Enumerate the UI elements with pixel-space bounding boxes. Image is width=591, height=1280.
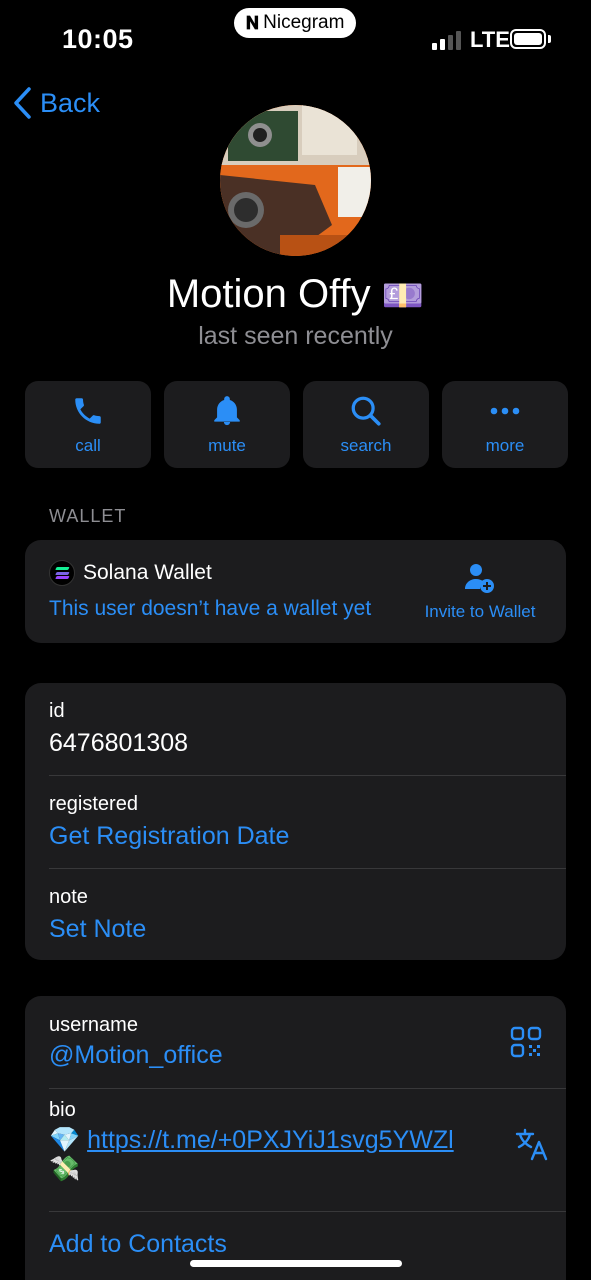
back-button[interactable]: Back xyxy=(12,86,100,120)
user-card: username @Motion_office bio 💎 https://t.… xyxy=(25,996,566,1280)
set-note-link[interactable]: Set Note xyxy=(49,915,566,944)
note-row[interactable]: note Set Note xyxy=(25,869,566,961)
call-button[interactable]: call xyxy=(25,381,151,468)
network-label: LTE xyxy=(470,27,510,52)
bio-text: 💎 https://t.me/+0PXJYiJ1svg5YWZl 💸 xyxy=(49,1126,566,1184)
app-pill[interactable]: 𝐍 Nicegram xyxy=(234,8,356,38)
username-label: username xyxy=(49,1014,138,1036)
more-button[interactable]: more xyxy=(442,381,568,468)
ellipsis-icon xyxy=(490,407,520,414)
qr-code-button[interactable] xyxy=(510,1026,542,1063)
profile-name: Motion Offy 💷 xyxy=(0,272,591,317)
registered-label: registered xyxy=(49,793,138,815)
home-indicator[interactable] xyxy=(190,1260,402,1267)
more-label: more xyxy=(485,435,525,455)
profile-name-emoji: 💷 xyxy=(381,277,425,315)
info-card: id 6476801308 registered Get Registratio… xyxy=(25,683,566,960)
phone-icon xyxy=(75,397,101,424)
last-seen-status: last seen recently xyxy=(198,322,393,350)
bio-label: bio xyxy=(49,1099,76,1121)
wallet-title-text: Solana Wallet xyxy=(83,561,212,584)
status-time: 10:05 xyxy=(62,24,134,54)
bio-emoji-diamond: 💎 xyxy=(49,1126,81,1154)
translate-icon xyxy=(515,1128,548,1161)
id-row[interactable]: id 6476801308 xyxy=(25,683,566,775)
solana-logo-icon xyxy=(49,560,75,586)
mute-button[interactable]: mute xyxy=(164,381,290,468)
invite-to-wallet-button[interactable]: Invite to Wallet xyxy=(418,562,542,622)
bio-row[interactable]: bio 💎 https://t.me/+0PXJYiJ1svg5YWZl 💸 xyxy=(25,1089,566,1211)
avatar[interactable] xyxy=(220,105,371,256)
bio-link[interactable]: https://t.me/+0PXJYiJ1svg5YWZl xyxy=(87,1126,454,1154)
bio-emoji-money: 💸 xyxy=(49,1155,81,1183)
id-value: 6476801308 xyxy=(49,729,189,757)
nicegram-logo-icon: 𝐍 xyxy=(245,12,260,33)
wallet-section-label: WALLET xyxy=(49,506,127,526)
app-pill-label: Nicegram xyxy=(263,12,345,33)
chevron-left-icon xyxy=(14,87,31,119)
get-registration-date-link[interactable]: Get Registration Date xyxy=(49,822,566,851)
signal-icon xyxy=(432,31,461,50)
action-buttons: call mute search more xyxy=(25,381,568,468)
status-bar: 10:05 𝐍 Nicegram LTE xyxy=(0,0,591,80)
battery-icon xyxy=(510,29,546,49)
call-label: call xyxy=(75,435,101,455)
profile-name-text: Motion Offy xyxy=(166,272,371,316)
add-person-icon xyxy=(465,564,494,593)
wallet-title: Solana Wallet xyxy=(49,560,212,586)
search-label: search xyxy=(340,435,392,455)
add-to-contacts-button[interactable]: Add to Contacts xyxy=(25,1212,566,1259)
bell-icon xyxy=(214,395,240,425)
search-button[interactable]: search xyxy=(303,381,429,468)
translate-button[interactable] xyxy=(514,1127,548,1166)
avatar-photo xyxy=(220,105,371,256)
back-label: Back xyxy=(40,87,101,118)
mute-label: mute xyxy=(208,435,246,455)
magnifier-icon xyxy=(351,396,381,426)
invite-label: Invite to Wallet xyxy=(424,602,536,621)
wallet-subtitle: This user doesn’t have a wallet yet xyxy=(49,597,372,620)
registered-row[interactable]: registered Get Registration Date xyxy=(25,776,566,868)
note-label: note xyxy=(49,886,88,908)
id-label: id xyxy=(49,700,65,722)
username-link[interactable]: @Motion_office xyxy=(49,1041,566,1070)
qr-code-icon xyxy=(510,1026,542,1058)
battery-tip xyxy=(548,35,551,43)
username-row[interactable]: username @Motion_office xyxy=(25,996,566,1088)
wallet-card: Solana Wallet This user doesn’t have a w… xyxy=(25,540,566,643)
